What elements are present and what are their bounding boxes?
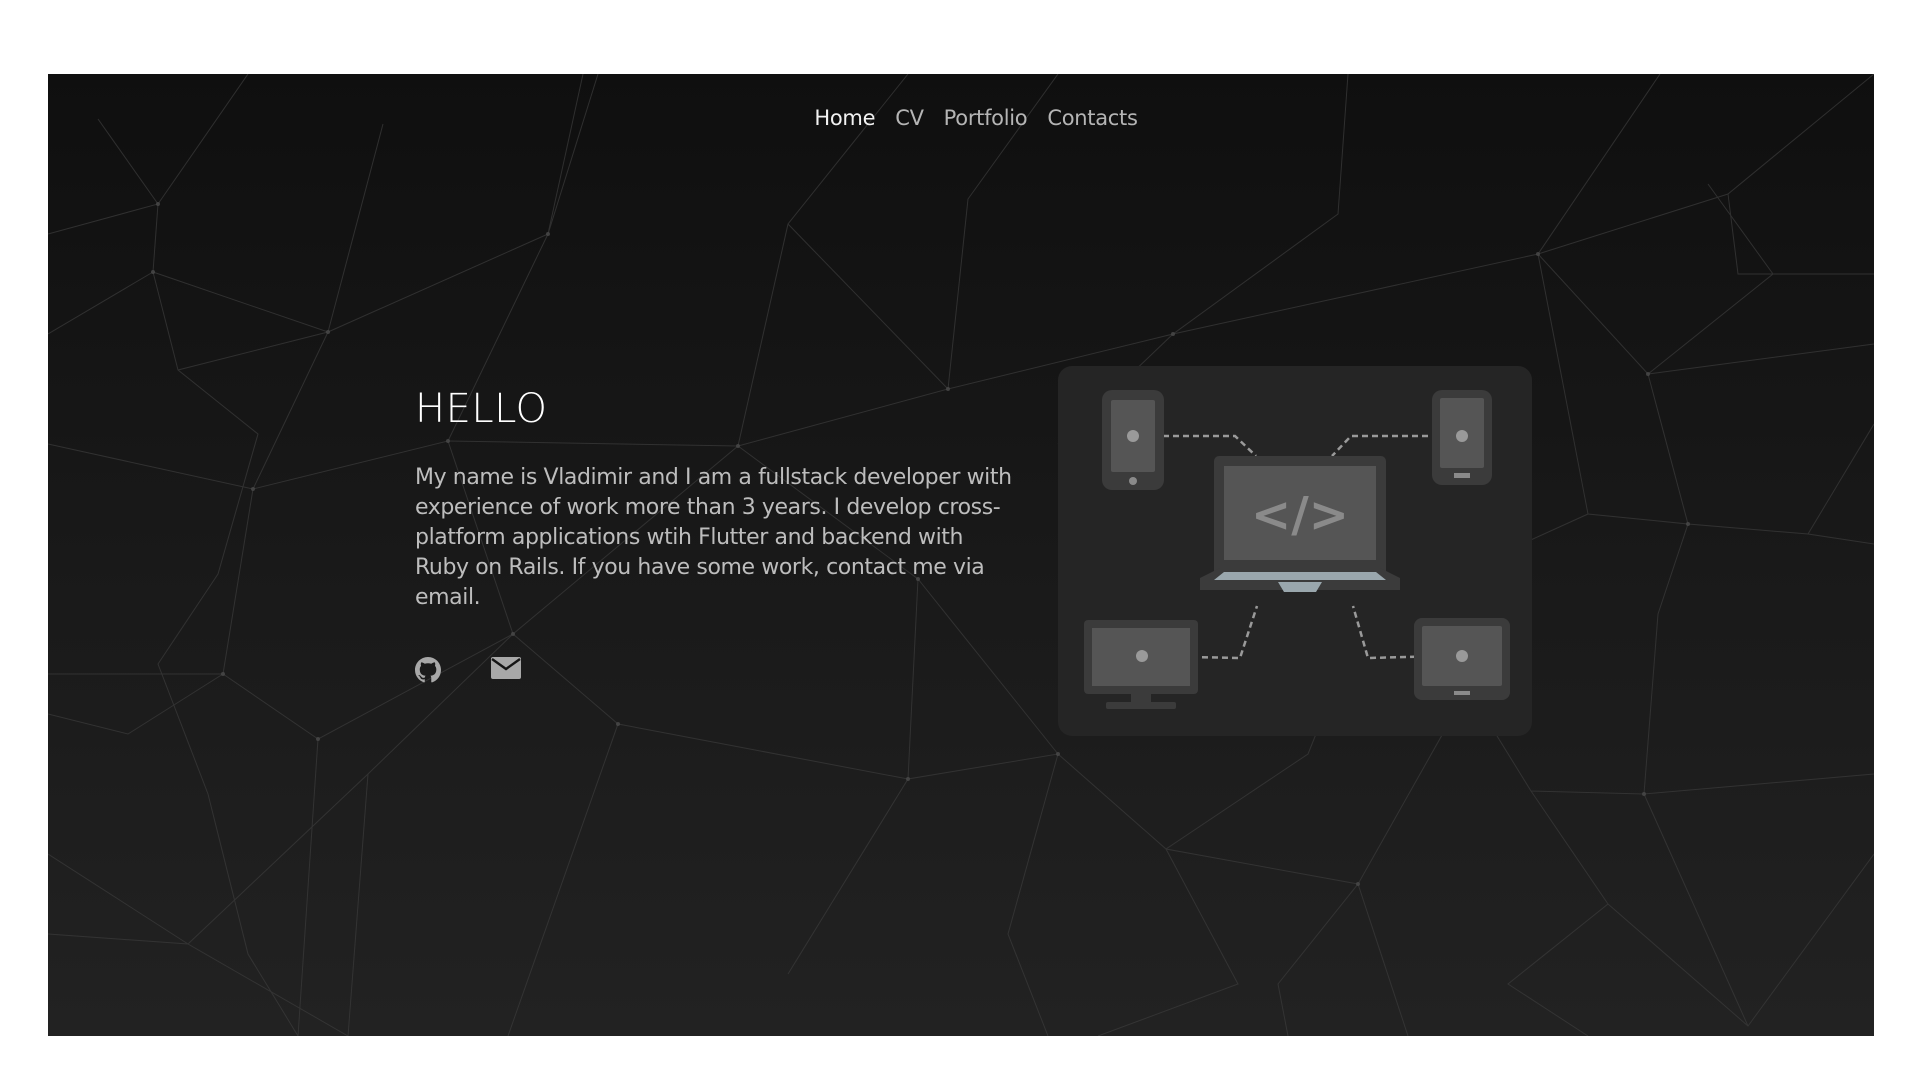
devices-illustration: </>: [1058, 366, 1532, 736]
social-links: [415, 657, 521, 685]
main-nav: Home CV Portfolio Contacts: [48, 106, 1874, 130]
bio-text: My name is Vladimir and I am a fullstack…: [415, 465, 1012, 610]
nav-link-portfolio[interactable]: Portfolio: [944, 106, 1028, 130]
nav-link-home[interactable]: Home: [814, 106, 875, 130]
github-icon: [415, 657, 441, 683]
page-title: HELLO: [415, 386, 548, 432]
nav-link-cv[interactable]: CV: [895, 106, 924, 130]
mail-icon: [491, 657, 521, 679]
phone-device-icon: [1432, 390, 1492, 485]
email-link[interactable]: [491, 657, 521, 685]
hero-section: Home CV Portfolio Contacts HELLO My name…: [48, 74, 1874, 1036]
laptop-device-icon: </>: [1200, 456, 1400, 592]
nav-link-contacts[interactable]: Contacts: [1047, 106, 1138, 130]
github-link[interactable]: [415, 657, 443, 685]
phone-device-icon: [1102, 390, 1164, 490]
code-glyph: </>: [1251, 487, 1349, 543]
tablet-device-icon: [1414, 618, 1510, 700]
